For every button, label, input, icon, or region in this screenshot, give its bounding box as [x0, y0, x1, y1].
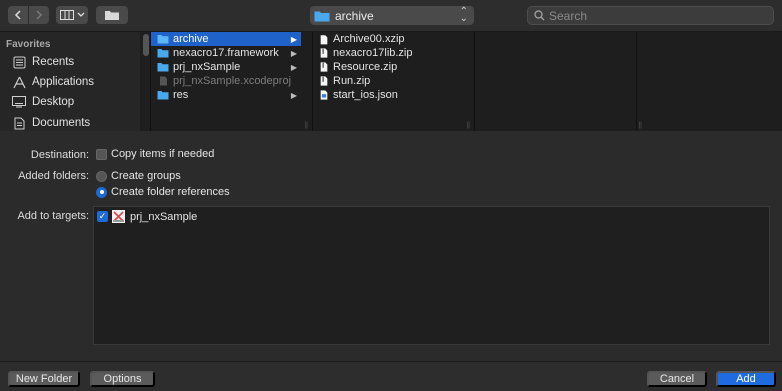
target-label: prj_nxSample	[130, 210, 198, 223]
toolbar: archive ⌃ ⌄	[0, 0, 782, 32]
copy-items-checkbox[interactable]	[96, 148, 107, 160]
create-groups-radio[interactable]	[96, 170, 107, 182]
chevron-right-icon	[36, 10, 43, 20]
list-item-label: prj_nxSample.xcodeproj	[173, 75, 292, 87]
sidebar-heading: Favorites	[6, 39, 51, 50]
list-item-label: Archive00.xzip	[333, 33, 405, 45]
sidebar-item-recents[interactable]: Recents	[12, 53, 74, 71]
list-item-archive00[interactable]: Archive00.xzip	[313, 32, 405, 46]
list-item-archive[interactable]: archive ▶	[151, 32, 301, 46]
list-item-label: Run.zip	[333, 75, 371, 87]
add-button[interactable]: Add	[716, 371, 776, 387]
folder-icon	[157, 63, 169, 72]
sidebar: Favorites Recents Applications Desktop D…	[0, 32, 140, 131]
list-item-nexacro17-framework[interactable]: nexacro17.framework ▶	[151, 46, 301, 60]
column-4	[637, 32, 782, 131]
column-1: archive ▶ nexacro17.framework ▶ prj_nxSa…	[151, 32, 308, 131]
options-form: Destination: Copy items if needed Added …	[0, 131, 782, 361]
search-input[interactable]	[549, 8, 749, 23]
create-folder-refs-radio-row[interactable]: Create folder references	[96, 186, 230, 198]
list-item-resource[interactable]: Resource.zip	[313, 60, 397, 74]
folder-icon	[314, 11, 330, 21]
sidebar-item-label: Desktop	[32, 96, 75, 108]
chevron-left-icon	[14, 10, 21, 20]
list-item-label: res	[173, 89, 189, 101]
zip-file-icon	[320, 76, 328, 86]
file-icon	[320, 35, 328, 45]
target-checkbox[interactable]: ✓	[97, 211, 108, 222]
forward-button[interactable]	[29, 6, 49, 24]
path-select[interactable]: archive ⌃ ⌄	[310, 6, 474, 25]
list-item-label: nexacro17.framework	[173, 47, 279, 59]
create-groups-radio-row[interactable]: Create groups	[96, 170, 181, 182]
add-targets-label: Add to targets:	[17, 210, 89, 222]
target-row[interactable]: ✓ prj_nxSample	[97, 210, 197, 223]
view-mode-button[interactable]	[56, 6, 88, 24]
options-button[interactable]: Options	[90, 371, 155, 387]
desktop-icon	[12, 95, 26, 109]
list-item-nexacro17lib[interactable]: nexacro17lib.zip	[313, 46, 413, 60]
new-folder-icon	[105, 11, 119, 20]
copy-items-checkbox-row[interactable]: Copy items if needed	[96, 148, 214, 160]
list-item-xcodeproj: prj_nxSample.xcodeproj	[151, 74, 301, 88]
columns-view-icon	[59, 10, 74, 20]
folder-icon	[157, 35, 169, 44]
targets-list: ✓ prj_nxSample	[93, 206, 770, 345]
column-resize-handle[interactable]: ||	[466, 122, 470, 129]
sidebar-item-label: Applications	[32, 76, 95, 88]
chevron-right-icon: ▶	[290, 90, 297, 100]
list-item-start-ios[interactable]: start_ios.json	[313, 88, 398, 102]
xcodeproj-file-icon	[160, 76, 167, 86]
documents-icon	[12, 116, 26, 130]
chevron-right-icon: ▶	[290, 62, 297, 72]
back-button[interactable]	[8, 6, 28, 24]
sidebar-item-desktop[interactable]: Desktop	[12, 93, 74, 111]
destination-label: Destination:	[30, 149, 89, 161]
zip-file-icon	[320, 48, 328, 58]
search-icon	[534, 10, 545, 21]
zip-file-icon	[320, 62, 328, 72]
bottom-bar: New Folder Options Cancel Add	[0, 361, 782, 391]
column-3: ||	[475, 32, 642, 131]
list-item-label: nexacro17lib.zip	[333, 47, 413, 59]
list-item-prj-nxsample[interactable]: prj_nxSample ▶	[151, 60, 301, 74]
path-select-label: archive	[335, 8, 374, 23]
json-file-icon	[320, 90, 328, 100]
app-target-icon	[112, 210, 125, 223]
create-folder-refs-label: Create folder references	[111, 186, 230, 198]
file-browser: Favorites Recents Applications Desktop D…	[0, 32, 782, 131]
column-2: Archive00.xzip nexacro17lib.zip Resource…	[313, 32, 470, 131]
applications-icon	[12, 75, 26, 89]
new-folder-button[interactable]: New Folder	[8, 371, 80, 387]
cancel-button[interactable]: Cancel	[647, 371, 707, 387]
chevron-right-icon: ▶	[290, 48, 297, 58]
list-item-label: archive	[173, 33, 209, 45]
search-field[interactable]	[527, 6, 774, 25]
list-item-label: prj_nxSample	[173, 61, 241, 73]
sidebar-scrollbar[interactable]	[143, 34, 149, 56]
recents-icon	[12, 55, 26, 69]
list-item-res[interactable]: res ▶	[151, 88, 301, 102]
list-item-label: start_ios.json	[333, 89, 398, 101]
sidebar-item-label: Recents	[32, 56, 75, 68]
sidebar-item-documents[interactable]: Documents	[12, 114, 90, 132]
added-folders-label: Added folders:	[18, 170, 89, 182]
list-item-label: Resource.zip	[333, 61, 398, 73]
sidebar-item-applications[interactable]: Applications	[12, 73, 94, 91]
list-item-run[interactable]: Run.zip	[313, 74, 370, 88]
new-folder-toolbar-button[interactable]	[96, 6, 128, 24]
folder-icon	[157, 49, 169, 58]
updown-chevron-icon: ⌃ ⌄	[459, 6, 468, 24]
sidebar-item-label: Documents	[32, 117, 91, 129]
chevron-down-icon	[77, 12, 84, 17]
create-folder-refs-radio[interactable]	[96, 186, 107, 198]
copy-items-label: Copy items if needed	[111, 148, 215, 160]
column-resize-handle[interactable]: ||	[304, 122, 308, 129]
chevron-right-icon: ▶	[290, 34, 297, 44]
create-groups-label: Create groups	[111, 170, 181, 182]
folder-icon	[157, 91, 169, 100]
